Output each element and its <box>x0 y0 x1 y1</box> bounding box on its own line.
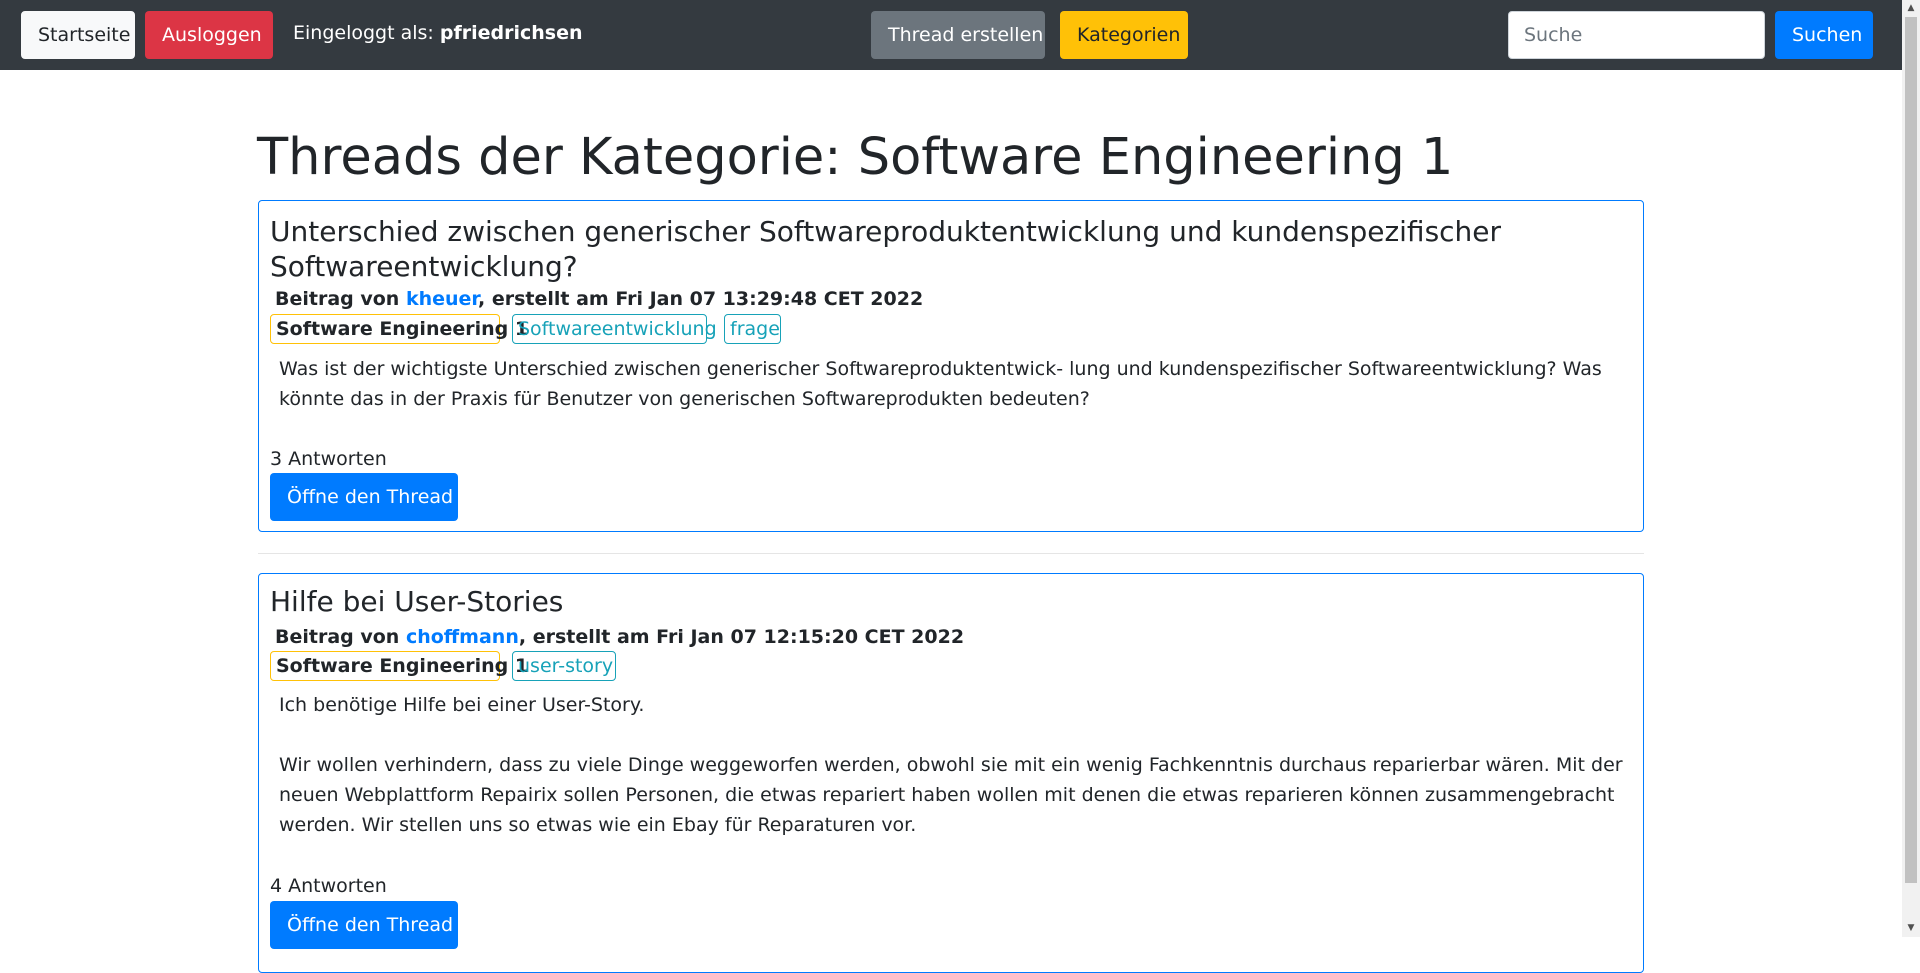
search-button[interactable]: Suchen <box>1775 11 1873 59</box>
tag-badge[interactable]: Softwareentwicklung <box>512 314 717 344</box>
thread-meta: Beitrag von kheuer, erstellt am Fri Jan … <box>275 288 923 310</box>
meta-suffix: , erstellt am Fri Jan 07 13:29:48 CET 20… <box>478 288 924 310</box>
category-badge[interactable]: Software Engineering 1 <box>270 314 528 344</box>
meta-suffix: , erstellt am Fri Jan 07 12:15:20 CET 20… <box>518 626 965 648</box>
thread-body: Ich benötige Hilfe bei einer User-Story.… <box>279 690 1624 840</box>
categories-button[interactable]: Kategorien <box>1060 11 1188 59</box>
thread-card: Unterschied zwischen generischer Softwar… <box>258 200 1644 532</box>
meta-prefix: Beitrag von <box>275 288 406 310</box>
top-navbar: Startseite Ausloggen Eingeloggt als: pfr… <box>0 0 1902 70</box>
author-link[interactable]: kheuer <box>406 288 478 310</box>
thread-title: Unterschied zwischen generischer Softwar… <box>270 215 1502 283</box>
scroll-thumb[interactable] <box>1905 17 1917 883</box>
thread-card: Hilfe bei User-Stories Beitrag von choff… <box>258 573 1644 973</box>
author-link[interactable]: choffmann <box>406 626 519 648</box>
thread-meta: Beitrag von choffmann, erstellt am Fri J… <box>275 626 964 648</box>
page-scrollbar[interactable]: ▲ ▼ <box>1902 0 1920 937</box>
logged-in-info: Eingeloggt als: pfriedrichsen <box>293 22 583 44</box>
create-thread-button[interactable]: Thread erstellen <box>871 11 1045 59</box>
logout-button[interactable]: Ausloggen <box>145 11 273 59</box>
reply-count: 3 Antworten <box>270 448 387 470</box>
thread-divider <box>258 553 1644 554</box>
open-thread-button[interactable]: Öffne den Thread <box>270 473 458 521</box>
category-badge[interactable]: Software Engineering 1 <box>270 651 528 681</box>
logged-in-prefix: Eingeloggt als: <box>293 22 440 44</box>
page-title: Threads der Kategorie: Software Engineer… <box>257 128 1454 187</box>
thread-body: Was ist der wichtigste Unterschied zwisc… <box>279 354 1624 414</box>
search-input[interactable] <box>1508 11 1765 59</box>
thread-body-paragraph: Wir wollen verhindern, dass zu viele Din… <box>279 754 1623 836</box>
meta-prefix: Beitrag von <box>275 626 406 648</box>
thread-title: Hilfe bei User-Stories <box>270 585 564 618</box>
open-thread-button[interactable]: Öffne den Thread <box>270 901 458 949</box>
home-button[interactable]: Startseite <box>21 11 135 59</box>
tag-badge[interactable]: user-story <box>512 651 616 681</box>
scroll-up-arrow-icon[interactable]: ▲ <box>1902 0 1920 17</box>
reply-count: 4 Antworten <box>270 875 387 897</box>
logged-in-username: pfriedrichsen <box>439 22 583 44</box>
thread-body-paragraph: Was ist der wichtigste Unterschied zwisc… <box>279 358 1602 410</box>
tag-badge[interactable]: frage <box>724 314 781 344</box>
thread-body-paragraph: Ich benötige Hilfe bei einer User-Story. <box>279 694 645 716</box>
scroll-down-arrow-icon[interactable]: ▼ <box>1902 920 1920 937</box>
